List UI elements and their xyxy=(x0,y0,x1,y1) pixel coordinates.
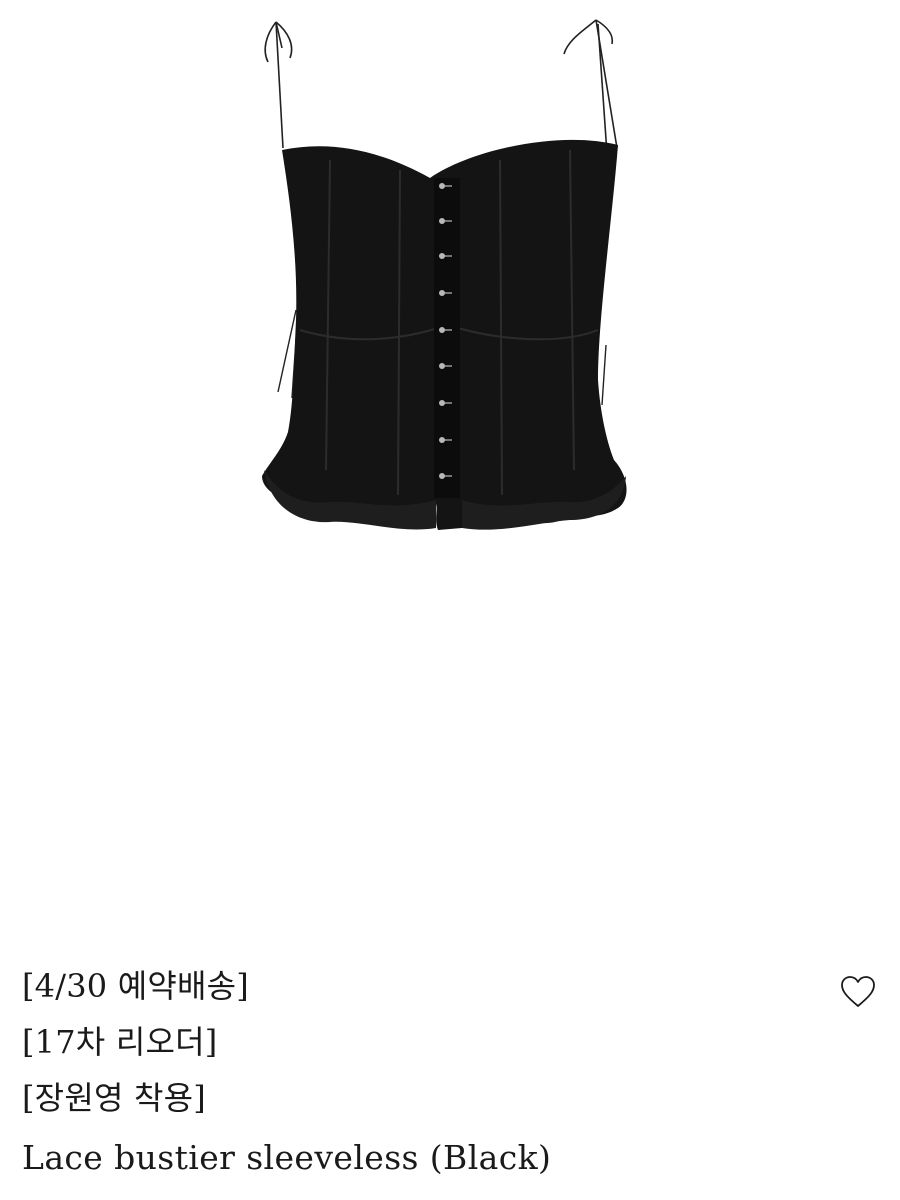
product-info: [4/30 예약배송] [17차 리오더] [장원영 착용] Lace bust… xyxy=(22,958,822,1186)
product-tag-preorder: [4/30 예약배송] xyxy=(22,967,249,1005)
heart-outline-icon xyxy=(841,976,875,1007)
wishlist-button[interactable] xyxy=(838,972,878,1012)
product-tag-reorder: [17차 리오더] xyxy=(22,1023,218,1061)
bustier-illustration xyxy=(262,19,627,530)
product-tag-celebrity: [장원영 착용] xyxy=(22,1079,206,1117)
product-title[interactable]: Lace bustier sleeveless (Black) xyxy=(22,1130,822,1186)
product-image[interactable] xyxy=(0,0,900,940)
hook-and-eye-closure xyxy=(434,178,460,498)
